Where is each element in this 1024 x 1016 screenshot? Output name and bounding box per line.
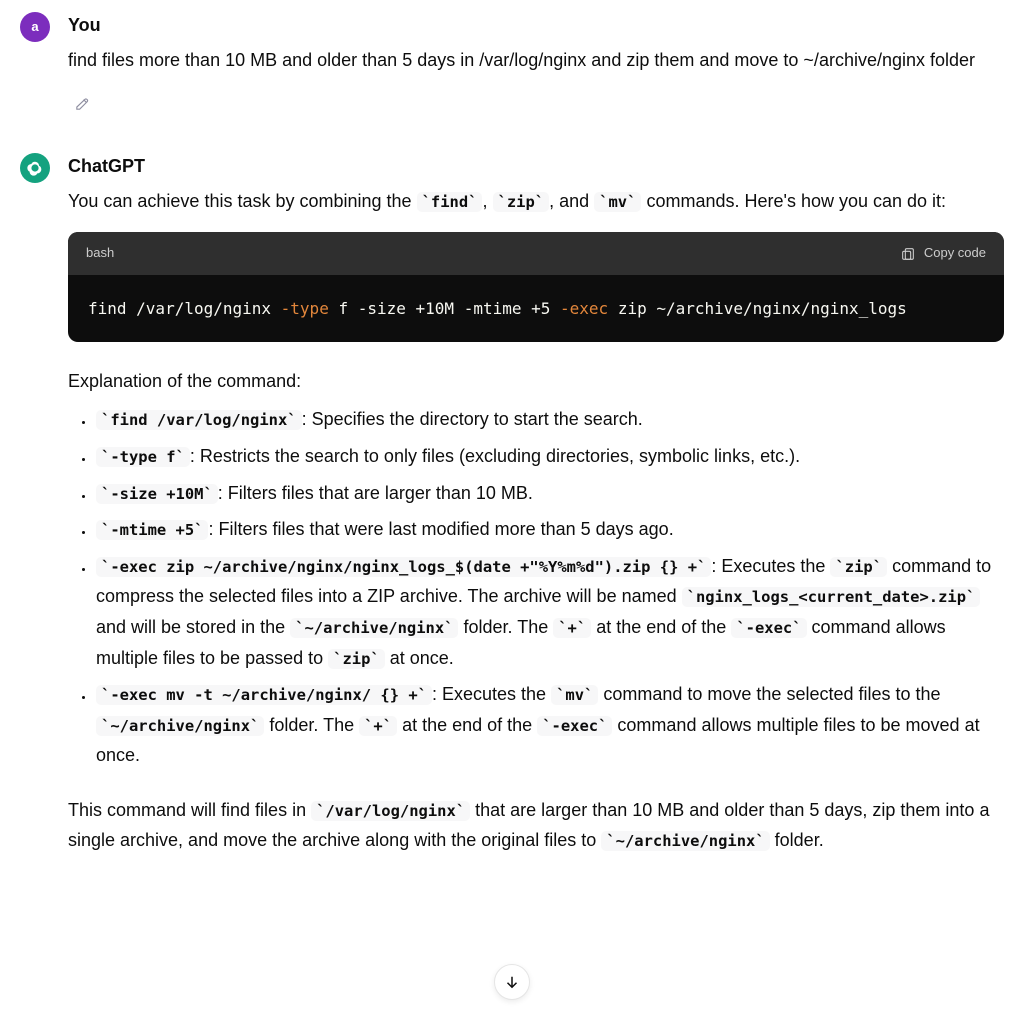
text: and will be stored in the — [96, 617, 290, 637]
inline-code: + — [359, 716, 397, 736]
assistant-content: ChatGPT You can achieve this task by com… — [68, 151, 1004, 864]
pencil-icon — [74, 95, 91, 112]
explanation-list: find /var/log/nginx: Specifies the direc… — [68, 404, 1004, 771]
text: : Filters files that are larger than 10 … — [218, 483, 533, 503]
list-item: -exec zip ~/archive/nginx/nginx_logs_$(d… — [94, 551, 1004, 673]
inline-code: ~/archive/nginx — [601, 831, 769, 851]
code-token-flag: -exec — [560, 299, 608, 318]
explanation-heading: Explanation of the command: — [68, 366, 1004, 397]
text: : Executes the — [711, 556, 830, 576]
inline-code: zip — [830, 557, 887, 577]
code-token: zip ~/archive/nginx/nginx_logs — [608, 299, 907, 318]
list-item: -mtime +5: Filters files that were last … — [94, 514, 1004, 545]
list-item: -exec mv -t ~/archive/nginx/ {} +: Execu… — [94, 679, 1004, 771]
inline-code: find /var/log/nginx — [96, 410, 302, 430]
inline-code: + — [553, 618, 591, 638]
arrow-down-icon — [503, 973, 521, 991]
text: commands. Here's how you can do it: — [641, 191, 946, 211]
assistant-author-label: ChatGPT — [68, 151, 1004, 182]
list-item: -size +10M: Filters files that are large… — [94, 478, 1004, 509]
openai-logo-icon — [26, 159, 44, 177]
text: : Executes the — [432, 684, 551, 704]
text: : Specifies the directory to start the s… — [302, 409, 643, 429]
inline-code: /var/log/nginx — [311, 801, 470, 821]
inline-code: nginx_logs_<current_date>.zip — [682, 587, 981, 607]
user-message: find files more than 10 MB and older tha… — [68, 45, 1004, 76]
inline-code: -exec — [731, 618, 806, 638]
inline-code: -exec mv -t ~/archive/nginx/ {} + — [96, 685, 432, 705]
list-item: find /var/log/nginx: Specifies the direc… — [94, 404, 1004, 435]
text: , and — [549, 191, 594, 211]
summary-paragraph: This command will find files in /var/log… — [68, 795, 1004, 856]
code-block-header: bash Copy code — [68, 232, 1004, 274]
code-token: f -size +10M -mtime +5 — [329, 299, 560, 318]
inline-code: -size +10M — [96, 484, 218, 504]
text: This command will find files in — [68, 800, 311, 820]
inline-code: find — [417, 192, 483, 212]
text: You can achieve this task by combining t… — [68, 191, 417, 211]
inline-code: zip — [493, 192, 550, 212]
inline-code: -exec zip ~/archive/nginx/nginx_logs_$(d… — [96, 557, 711, 577]
copy-code-button[interactable]: Copy code — [900, 242, 986, 264]
text: folder. — [770, 830, 824, 850]
user-avatar-letter: a — [31, 16, 38, 38]
edit-message-button[interactable] — [68, 89, 96, 117]
inline-code: ~/archive/nginx — [96, 716, 264, 736]
inline-code: -mtime +5 — [96, 520, 208, 540]
text: at the end of the — [397, 715, 537, 735]
code-token: find /var/log/nginx — [88, 299, 281, 318]
text: command to move the selected files to th… — [598, 684, 940, 704]
code-language-label: bash — [86, 242, 114, 264]
inline-code: mv — [594, 192, 641, 212]
inline-code: -type f — [96, 447, 190, 467]
list-item: -type f: Restricts the search to only fi… — [94, 441, 1004, 472]
user-content: You find files more than 10 MB and older… — [68, 10, 1004, 121]
clipboard-icon — [900, 246, 916, 262]
user-turn: a You find files more than 10 MB and old… — [20, 10, 1004, 121]
code-block: bash Copy code find /var/log/nginx -type… — [68, 232, 1004, 341]
assistant-intro: You can achieve this task by combining t… — [68, 186, 1004, 217]
text: , — [482, 191, 492, 211]
code-token-flag: -type — [281, 299, 329, 318]
inline-code: mv — [551, 685, 598, 705]
assistant-turn: ChatGPT You can achieve this task by com… — [20, 151, 1004, 864]
inline-code: zip — [328, 649, 385, 669]
user-author-label: You — [68, 10, 1004, 41]
text: folder. The — [264, 715, 359, 735]
inline-code: -exec — [537, 716, 612, 736]
text: at the end of the — [591, 617, 731, 637]
inline-code: ~/archive/nginx — [290, 618, 458, 638]
scroll-to-bottom-button[interactable] — [494, 964, 530, 1000]
text: folder. The — [458, 617, 553, 637]
text: at once. — [385, 648, 454, 668]
text: : Restricts the search to only files (ex… — [190, 446, 800, 466]
code-content[interactable]: find /var/log/nginx -type f -size +10M -… — [68, 275, 1004, 342]
copy-code-label: Copy code — [924, 242, 986, 264]
assistant-avatar — [20, 153, 50, 183]
text: : Filters files that were last modified … — [208, 519, 673, 539]
user-avatar: a — [20, 12, 50, 42]
